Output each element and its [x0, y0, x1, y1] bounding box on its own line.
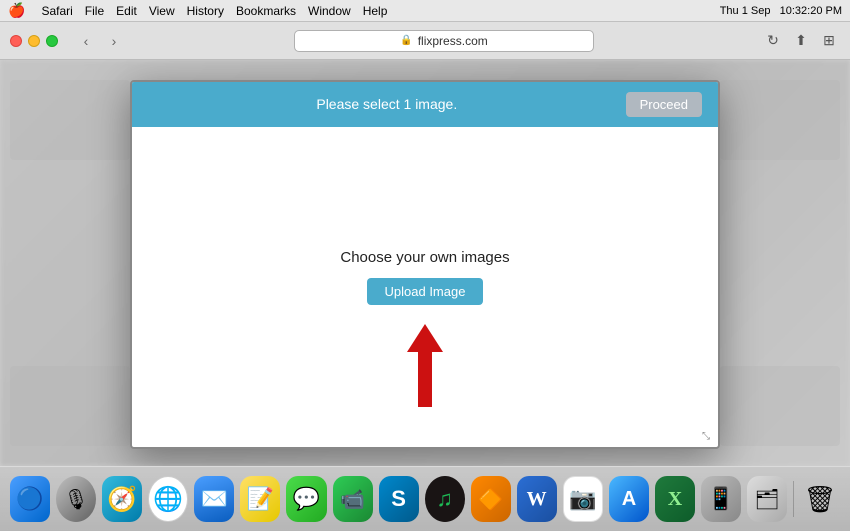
- arrow-head-up: [407, 324, 443, 352]
- menubar-safari[interactable]: Safari: [41, 4, 72, 18]
- dock-item-facetime[interactable]: 📹: [333, 476, 373, 522]
- dock-item-safari[interactable]: 🧭: [102, 476, 142, 522]
- choose-images-label: Choose your own images: [340, 249, 509, 266]
- dock-item-spotify[interactable]: ♫: [425, 476, 465, 522]
- menubar-right: Thu 1 Sep 10:32:20 PM: [720, 5, 842, 17]
- menubar-history[interactable]: History: [187, 4, 224, 18]
- arrow-shaft: [418, 352, 432, 407]
- dock-item-appstore[interactable]: A: [609, 476, 649, 522]
- dock: 🔵 🎙 🧭 🌐 ✉️ 📝 💬 📹 S ♫ 🔶 W 📷: [0, 466, 850, 531]
- dock-item-notes[interactable]: 📝: [240, 476, 280, 522]
- browser-content: Please select 1 image. Proceed Choose yo…: [0, 60, 850, 466]
- upload-image-button[interactable]: Upload Image: [367, 278, 484, 305]
- browser-actions: ↻ ⬆ ⊞: [762, 30, 840, 52]
- dock-item-mail[interactable]: ✉️: [194, 476, 234, 522]
- share-button[interactable]: ⬆: [790, 30, 812, 52]
- browser-nav: ‹ ›: [74, 31, 126, 51]
- arrow-annotation: [407, 324, 443, 407]
- menubar-datetime: Thu 1 Sep 10:32:20 PM: [720, 5, 842, 17]
- close-button[interactable]: [10, 35, 22, 47]
- dock-item-misc2[interactable]: 🗂: [747, 476, 787, 522]
- menubar: 🍎 Safari File Edit View History Bookmark…: [0, 0, 850, 22]
- menubar-view[interactable]: View: [149, 4, 175, 18]
- dock-separator: [793, 481, 794, 517]
- apple-menu[interactable]: 🍎: [8, 2, 25, 19]
- dock-item-word[interactable]: W: [517, 476, 557, 522]
- menubar-window[interactable]: Window: [308, 4, 351, 18]
- fullscreen-button[interactable]: [46, 35, 58, 47]
- back-button[interactable]: ‹: [74, 31, 98, 51]
- dock-item-trash[interactable]: 🗑: [800, 476, 840, 522]
- lock-icon: 🔒: [400, 35, 412, 46]
- dock-item-finder[interactable]: 🔵: [10, 476, 50, 522]
- resize-handle[interactable]: ⤡: [702, 431, 716, 445]
- traffic-lights: [10, 35, 58, 47]
- forward-button[interactable]: ›: [102, 31, 126, 51]
- dock-item-excel[interactable]: X: [655, 476, 695, 522]
- modal-overlay: Please select 1 image. Proceed Choose yo…: [0, 60, 850, 466]
- menubar-items: Safari File Edit View History Bookmarks …: [41, 4, 387, 18]
- menubar-bookmarks[interactable]: Bookmarks: [236, 4, 296, 18]
- modal-title: Please select 1 image.: [316, 96, 457, 112]
- url-text: flixpress.com: [418, 34, 488, 48]
- modal-dialog: Please select 1 image. Proceed Choose yo…: [130, 80, 720, 449]
- browser-chrome: ‹ › 🔒 flixpress.com ↻ ⬆ ⊞: [0, 22, 850, 60]
- dock-item-vlc[interactable]: 🔶: [471, 476, 511, 522]
- minimize-button[interactable]: [28, 35, 40, 47]
- dock-item-photos[interactable]: 📷: [563, 476, 603, 522]
- proceed-button[interactable]: Proceed: [626, 92, 702, 117]
- new-tab-button[interactable]: ⊞: [818, 30, 840, 52]
- dock-item-siri[interactable]: 🎙: [56, 476, 96, 522]
- dock-item-skype[interactable]: S: [379, 476, 419, 522]
- dock-item-messages[interactable]: 💬: [286, 476, 326, 522]
- menubar-file[interactable]: File: [85, 4, 104, 18]
- refresh-button[interactable]: ↻: [762, 30, 784, 52]
- menubar-help[interactable]: Help: [363, 4, 388, 18]
- dock-item-chrome[interactable]: 🌐: [148, 476, 188, 522]
- dock-item-misc1[interactable]: 📱: [701, 476, 741, 522]
- modal-header: Please select 1 image. Proceed: [132, 82, 718, 127]
- menubar-edit[interactable]: Edit: [116, 4, 137, 18]
- address-bar[interactable]: 🔒 flixpress.com: [294, 30, 594, 52]
- modal-body: Choose your own images Upload Image ⤡: [132, 127, 718, 447]
